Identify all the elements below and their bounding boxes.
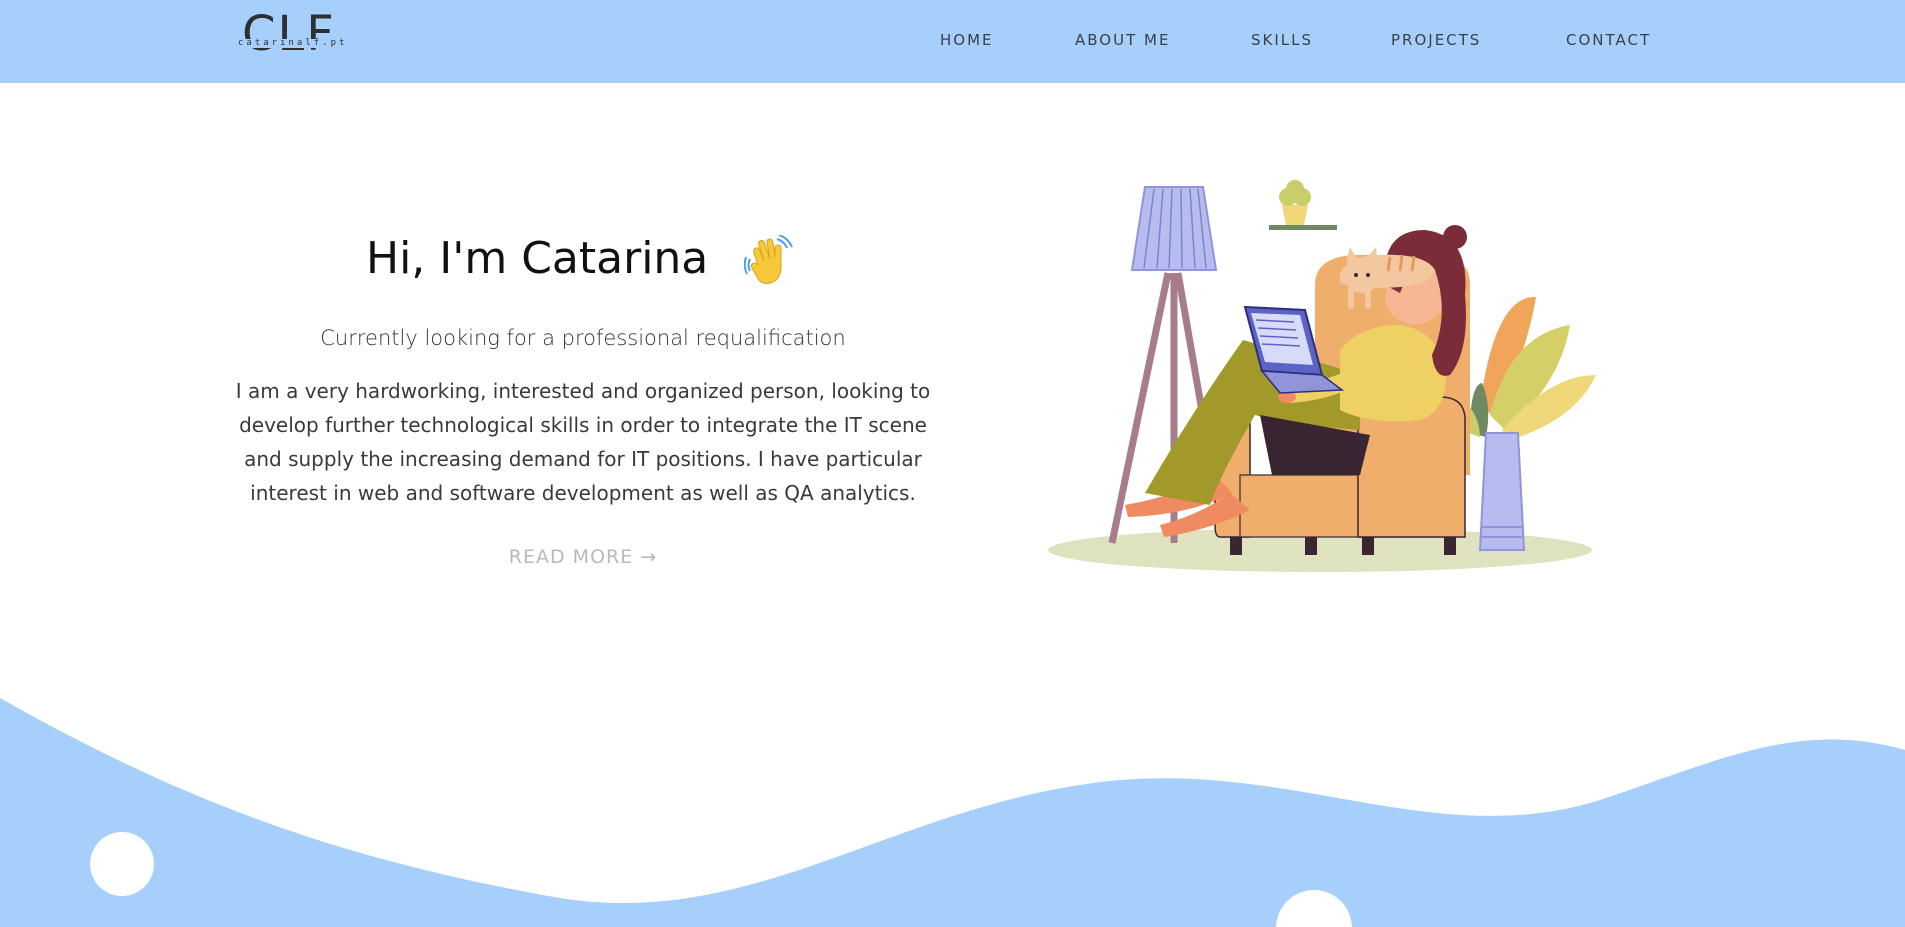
logo-text: CLF <box>242 6 336 62</box>
decorative-circle <box>90 832 154 896</box>
potted-plant-icon <box>1450 296 1596 551</box>
bottom-wave-decoration <box>0 698 1905 927</box>
read-more-link[interactable]: READ MORE → <box>480 546 686 568</box>
nav-projects[interactable]: PROJECTS <box>1391 31 1481 49</box>
hero-title: Hi, I'm Catarina <box>366 233 709 284</box>
hero-bio: I am a very hardworking, interested and … <box>235 379 931 505</box>
nav-skills[interactable]: SKILLS <box>1251 31 1313 49</box>
logo-subtext: catarinalf.pt <box>237 38 349 48</box>
hero-subtitle: Currently looking for a professional req… <box>320 326 846 350</box>
site-logo[interactable]: CLF catarinalf.pt <box>232 10 362 70</box>
nav-home[interactable]: HOME <box>940 31 994 49</box>
shelf-plant-icon <box>1269 180 1337 230</box>
nav-contact[interactable]: CONTACT <box>1566 31 1651 49</box>
waving-hand-icon <box>744 235 793 284</box>
nav-about-me[interactable]: ABOUT ME <box>1075 31 1170 49</box>
hero-illustration <box>1048 180 1596 572</box>
top-navbar: CLF catarinalf.pt HOME ABOUT ME SKILLS P… <box>0 0 1905 83</box>
